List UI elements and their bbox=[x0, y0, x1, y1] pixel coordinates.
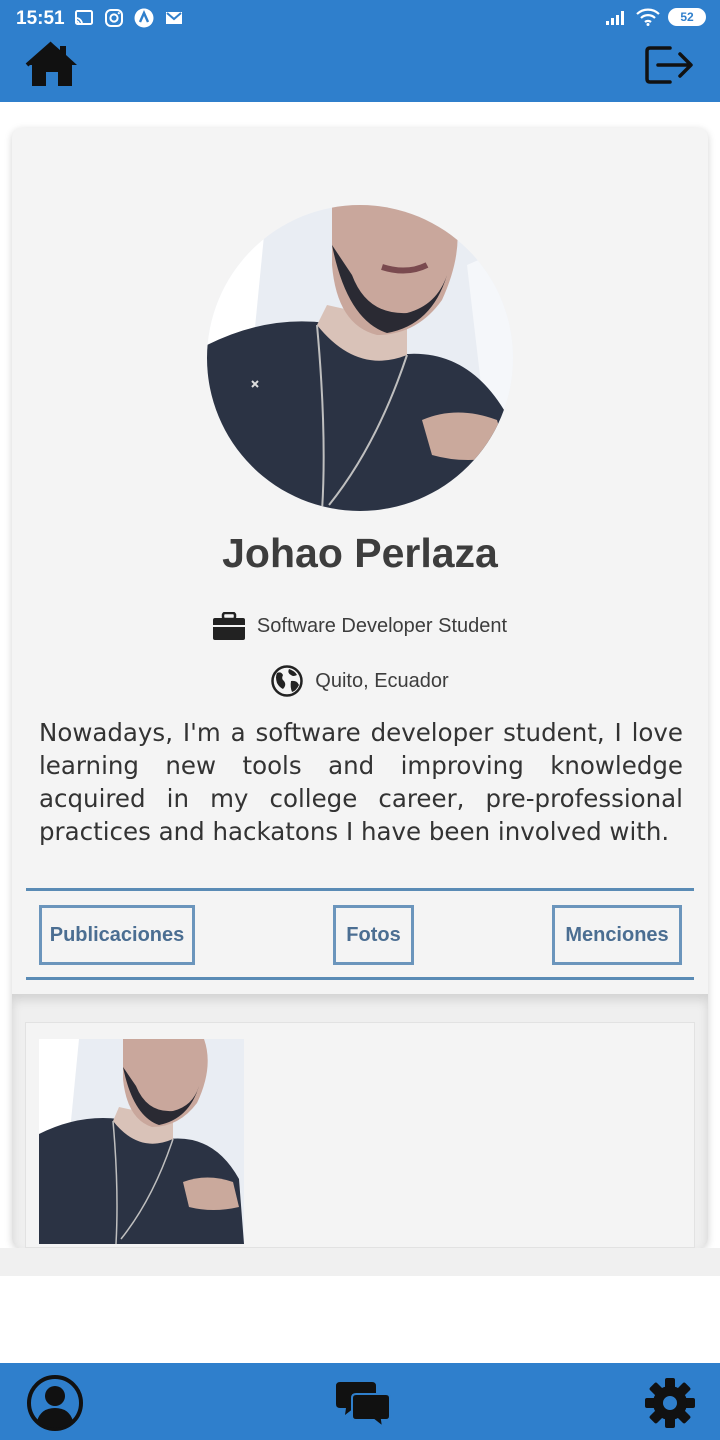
profile-name: Johao Perlaza bbox=[222, 530, 498, 576]
card-bottom-shade bbox=[0, 1248, 720, 1276]
gallery-photo-image bbox=[39, 1039, 244, 1244]
tab-fotos[interactable]: Fotos bbox=[333, 905, 414, 965]
location-text: Quito, Ecuador bbox=[315, 669, 449, 692]
photo-gallery bbox=[12, 994, 708, 1248]
location-row: Quito, Ecuador bbox=[12, 665, 708, 697]
profile-card: Johao Perlaza Software Developer Student… bbox=[12, 128, 708, 1248]
profile-photo bbox=[207, 205, 513, 511]
tab-publicaciones[interactable]: Publicaciones bbox=[39, 905, 195, 965]
briefcase-icon bbox=[212, 612, 245, 640]
gmail-icon bbox=[166, 12, 182, 24]
bottom-navigation bbox=[0, 1363, 720, 1440]
home-button[interactable] bbox=[24, 40, 80, 90]
logout-button[interactable] bbox=[644, 42, 696, 88]
profile-bio: Nowadays, I'm a software developer stude… bbox=[39, 718, 683, 846]
chat-icon bbox=[336, 1382, 391, 1428]
instagram-icon bbox=[105, 9, 123, 27]
battery-indicator: 52 bbox=[668, 8, 706, 26]
tabs-divider-bottom bbox=[26, 977, 694, 980]
app-a-icon bbox=[134, 8, 154, 28]
cast-icon bbox=[75, 10, 93, 25]
logout-icon bbox=[645, 46, 693, 84]
system-icons: 52 bbox=[606, 8, 706, 26]
notification-icons bbox=[74, 8, 184, 28]
wifi-icon bbox=[636, 8, 660, 26]
gallery-photo[interactable] bbox=[39, 1039, 244, 1244]
tab-menciones[interactable]: Menciones bbox=[552, 905, 682, 965]
occupation-text: Software Developer Student bbox=[256, 614, 508, 637]
nav-profile-button[interactable] bbox=[25, 1375, 85, 1431]
status-bar: 15:51 52 bbox=[0, 0, 720, 38]
nav-chat-button[interactable] bbox=[334, 1375, 394, 1431]
globe-icon bbox=[271, 665, 304, 697]
occupation-row: Software Developer Student bbox=[12, 612, 708, 640]
nav-settings-button[interactable] bbox=[640, 1375, 700, 1431]
settings-icon bbox=[645, 1378, 695, 1428]
app-header: 15:51 52 bbox=[0, 0, 720, 102]
status-time: 15:51 bbox=[16, 8, 65, 29]
tabs-divider-top bbox=[26, 888, 694, 891]
profile-avatar[interactable] bbox=[207, 205, 513, 511]
signal-icon bbox=[606, 11, 624, 25]
profile-icon bbox=[27, 1375, 83, 1431]
home-icon bbox=[25, 41, 77, 86]
gallery-grid bbox=[25, 1022, 695, 1248]
